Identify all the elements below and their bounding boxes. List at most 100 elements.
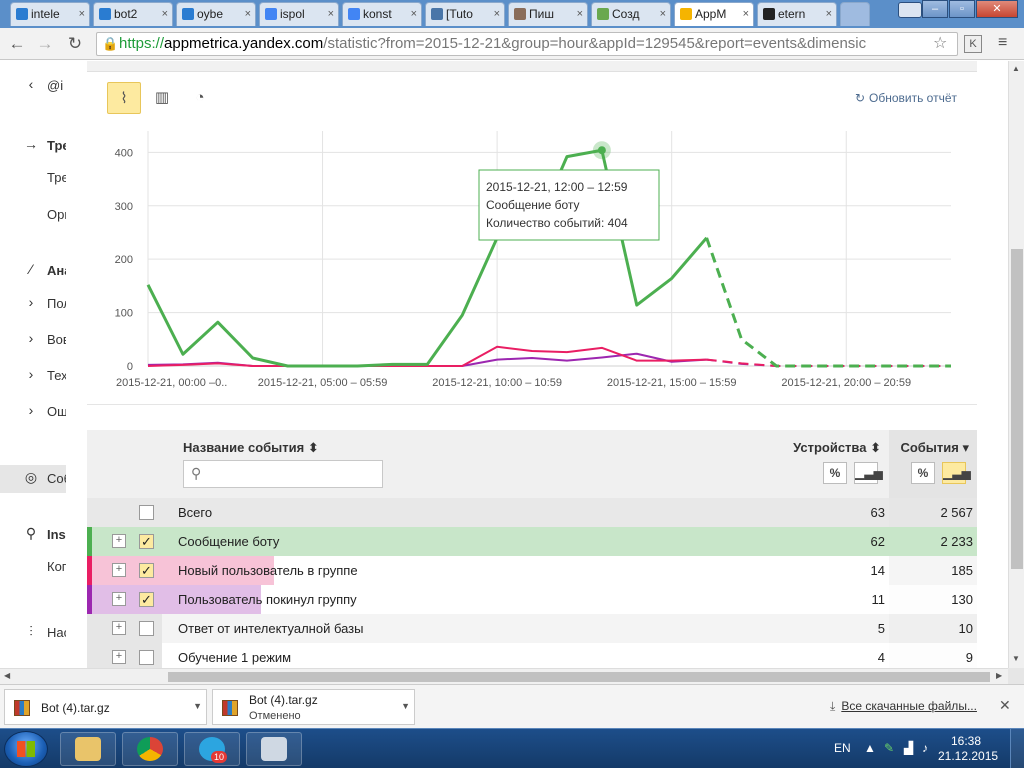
expand-row-icon[interactable]: + xyxy=(112,534,126,548)
profile-button[interactable] xyxy=(898,2,922,18)
download-item-2[interactable]: Bot (4).tar.gz Отменено ▼ xyxy=(212,689,415,725)
row-checkbox[interactable] xyxy=(139,650,154,665)
vertical-scrollbar[interactable]: ▲ ▼ xyxy=(1008,61,1024,668)
sidebar-item[interactable]: ⁄ Ана xyxy=(0,257,66,285)
sidebar-item[interactable]: Орг xyxy=(0,201,66,229)
reload-button[interactable]: ↻ xyxy=(64,33,86,55)
expand-row-icon[interactable]: + xyxy=(112,650,126,664)
download-item-1[interactable]: Bot (4).tar.gz ▼ xyxy=(4,689,207,725)
system-clock[interactable]: 16:38 21.12.2015 xyxy=(938,734,998,764)
table-row[interactable]: + ✓ Сообщение боту 62 2 233 xyxy=(87,527,977,556)
start-button[interactable] xyxy=(4,731,48,767)
sidebar-item[interactable]: Ког xyxy=(0,553,66,581)
sidebar-item[interactable]: ◎ Соб xyxy=(0,465,66,493)
browser-tab[interactable]: intele × xyxy=(10,2,90,26)
volume-icon[interactable]: ♪ xyxy=(922,741,928,755)
scroll-right-arrow-icon[interactable]: ▶ xyxy=(996,671,1002,680)
expand-row-icon[interactable]: + xyxy=(112,592,126,606)
network-icon[interactable]: ▟ xyxy=(904,741,913,755)
events-line-chart[interactable]: 0 100 200 300 400 2015-12-21, 00:00 –0.. 2015-… xyxy=(87,121,977,401)
sidebar-item[interactable]: ⚲ Ins xyxy=(0,521,66,549)
sidebar-item[interactable]: ‹ @i xyxy=(0,72,66,100)
scroll-up-arrow-icon[interactable]: ▲ xyxy=(1012,64,1020,73)
show-desktop-button[interactable] xyxy=(1010,729,1024,768)
taskbar-notepad[interactable] xyxy=(246,732,302,766)
scroll-down-arrow-icon[interactable]: ▼ xyxy=(1012,654,1020,663)
column-header-events[interactable]: События ▾ xyxy=(900,440,969,456)
table-row[interactable]: Всего 63 2 567 xyxy=(87,498,977,527)
bookmark-star-icon[interactable]: ☆ xyxy=(933,33,947,53)
download-menu-arrow-icon[interactable]: ▼ xyxy=(401,701,410,711)
forward-button[interactable]: → xyxy=(34,33,56,55)
address-bar[interactable]: 🔒 https://appmetrica.yandex.com/statistic… xyxy=(96,32,958,56)
tab-close-icon[interactable]: × xyxy=(245,3,251,25)
events-percent-toggle[interactable]: % xyxy=(911,462,935,484)
table-row[interactable]: + Обучение 1 режим 4 9 xyxy=(87,643,977,668)
tab-close-icon[interactable]: × xyxy=(660,3,666,25)
row-checkbox[interactable] xyxy=(139,505,154,520)
browser-tab[interactable]: AppM × xyxy=(674,2,754,26)
pie-chart-view-button[interactable]: ◔ xyxy=(183,82,217,114)
devices-percent-toggle[interactable]: % xyxy=(823,462,847,484)
browser-tab[interactable]: ispol × xyxy=(259,2,339,26)
tab-close-icon[interactable]: × xyxy=(826,3,832,25)
table-row[interactable]: + Ответ от интелектуалной базы 5 10 xyxy=(87,614,977,643)
language-indicator[interactable]: EN xyxy=(834,741,851,755)
expand-row-icon[interactable]: + xyxy=(112,621,126,635)
expand-row-icon[interactable]: + xyxy=(112,563,126,577)
browser-tab[interactable]: etern × xyxy=(757,2,837,26)
table-row[interactable]: + ✓ Новый пользователь в группе 14 185 xyxy=(87,556,977,585)
sidebar-item[interactable]: › Пол xyxy=(0,290,66,318)
download-menu-arrow-icon[interactable]: ▼ xyxy=(193,701,202,711)
tab-close-icon[interactable]: × xyxy=(162,3,168,25)
browser-tab[interactable]: Созд × xyxy=(591,2,671,26)
taskbar-telegram[interactable]: 10 xyxy=(184,732,240,766)
tab-close-icon[interactable]: × xyxy=(577,3,583,25)
table-row[interactable]: + ✓ Пользователь покинул группу 11 130 xyxy=(87,585,977,614)
sidebar-item[interactable]: ⫶ Нас xyxy=(0,619,66,647)
row-checkbox[interactable]: ✓ xyxy=(139,563,154,578)
taskbar-chrome[interactable] xyxy=(122,732,178,766)
sidebar-item[interactable]: › Тех xyxy=(0,362,66,390)
row-checkbox[interactable]: ✓ xyxy=(139,592,154,607)
horizontal-scrollbar[interactable]: ◀ ▶ xyxy=(0,668,1008,684)
column-header-event-name[interactable]: Название события ⬍ xyxy=(183,440,319,456)
close-window-button[interactable]: ✕ xyxy=(976,0,1018,18)
browser-tab[interactable]: [Tuto × xyxy=(425,2,505,26)
minimize-button[interactable]: – xyxy=(922,0,948,18)
events-bars-toggle[interactable]: ▁▃▅ xyxy=(942,462,971,484)
event-search-input[interactable]: ⚲ xyxy=(183,460,383,488)
extension-k-icon[interactable]: K xyxy=(964,35,982,53)
scroll-left-arrow-icon[interactable]: ◀ xyxy=(4,671,10,680)
sidebar-item[interactable]: › Ош xyxy=(0,398,66,426)
maximize-button[interactable]: ▫ xyxy=(949,0,975,18)
show-all-downloads-link[interactable]: ⤓ Все скачанные файлы... xyxy=(830,699,977,714)
tray-app-icon[interactable]: ✎ xyxy=(884,741,894,755)
sidebar-item[interactable]: → Тре xyxy=(0,132,66,160)
horizontal-scroll-thumb[interactable] xyxy=(168,672,990,682)
new-tab-button[interactable] xyxy=(840,2,870,26)
bar-chart-view-button[interactable]: ▥ xyxy=(145,82,179,114)
taskbar-explorer[interactable] xyxy=(60,732,116,766)
row-checkbox[interactable] xyxy=(139,621,154,636)
browser-tab[interactable]: oybe × xyxy=(176,2,256,26)
browser-tab[interactable]: bot2 × xyxy=(93,2,173,26)
column-header-devices[interactable]: Устройства ⬍ xyxy=(793,440,881,456)
browser-menu-icon[interactable]: ≡ xyxy=(998,34,1007,52)
back-button[interactable]: ← xyxy=(6,33,28,55)
tab-close-icon[interactable]: × xyxy=(743,3,749,25)
tab-close-icon[interactable]: × xyxy=(494,3,500,25)
sidebar-item[interactable]: › Вов xyxy=(0,326,66,354)
tab-close-icon[interactable]: × xyxy=(411,3,417,25)
tab-close-icon[interactable]: × xyxy=(79,3,85,25)
browser-tab[interactable]: konst × xyxy=(342,2,422,26)
row-checkbox[interactable]: ✓ xyxy=(139,534,154,549)
vertical-scroll-thumb[interactable] xyxy=(1011,249,1023,569)
close-download-bar-icon[interactable]: ✕ xyxy=(999,697,1011,714)
devices-bars-toggle[interactable]: ▁▃▅ xyxy=(854,462,883,484)
refresh-report-link[interactable]: ↻ Обновить отчёт xyxy=(855,91,957,105)
browser-tab[interactable]: Пиш × xyxy=(508,2,588,26)
tab-close-icon[interactable]: × xyxy=(328,3,334,25)
sidebar-item[interactable]: Тре xyxy=(0,164,66,192)
tray-expand-icon[interactable]: ▲ xyxy=(864,741,876,755)
